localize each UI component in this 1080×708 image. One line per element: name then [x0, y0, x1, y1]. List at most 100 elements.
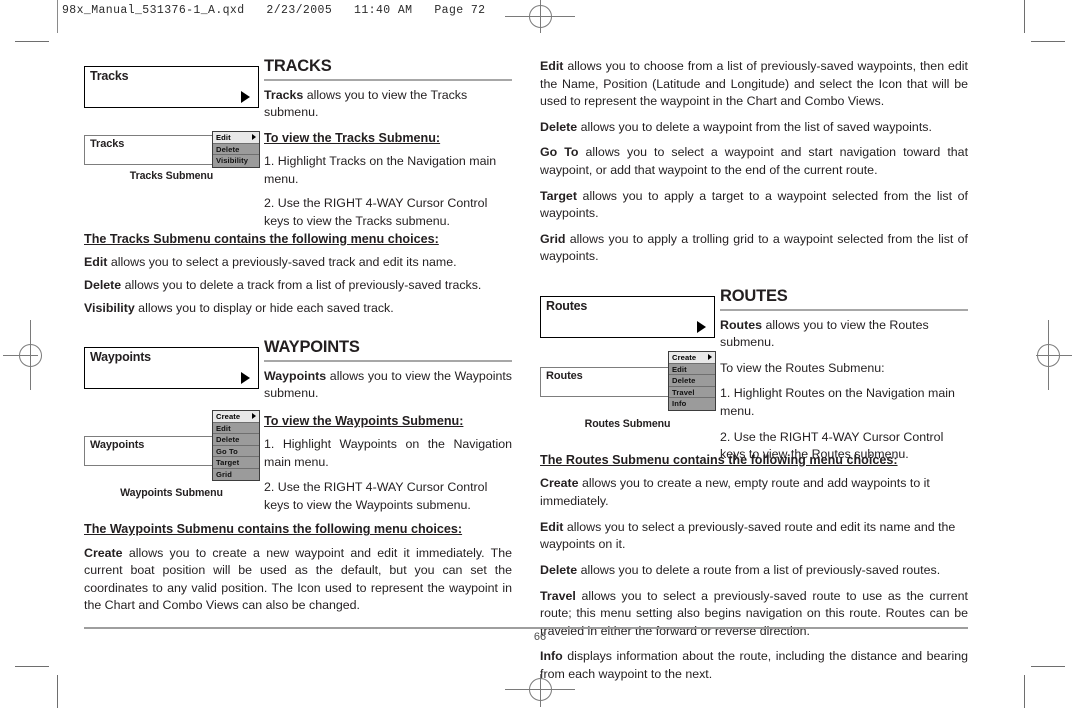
waypoints-choice-delete: Delete allows you to delete a waypoint f… — [540, 119, 968, 137]
crop-mark-bottom-right-vertical — [1024, 675, 1025, 708]
tracks-intro-paragraph: Tracks allows you to view the Tracks sub… — [264, 87, 512, 122]
waypoints-choice-edit: Edit allows you to choose from a list of… — [540, 58, 968, 111]
waypoints-submenu-item-label: Grid — [216, 469, 233, 479]
routes-choice-edit: Edit allows you to select a previously-s… — [540, 519, 968, 554]
tracks-submenu-parent-label: Tracks — [90, 138, 125, 150]
tracks-figure-block: Tracks Tracks Edit Delete Visibility Track… — [84, 58, 512, 228]
routes-submenu-item-travel[interactable]: Travel — [669, 387, 715, 399]
routes-step-2: 2. Use the RIGHT 4-WAY Cursor Control ke… — [720, 429, 944, 462]
routes-submenu-item-label: Create — [672, 353, 697, 363]
right-arrow-icon — [252, 134, 256, 141]
routes-submenu-parent-label: Routes — [546, 370, 583, 383]
routes-main-menu-label: Routes — [546, 299, 588, 314]
routes-submenu-item-label: Info — [672, 399, 687, 409]
waypoints-submenu-item-edit[interactable]: Edit — [213, 423, 259, 435]
tracks-submenu-figure: Tracks Edit Delete Visibility Tracks Subme… — [84, 130, 260, 183]
tracks-submenu-item-edit[interactable]: Edit — [213, 132, 259, 144]
routes-main-menu-box: Routes — [540, 296, 715, 339]
waypoints-submenu-item-grid[interactable]: Grid — [213, 469, 259, 481]
waypoints-section-heading: WAYPOINTS — [264, 338, 360, 357]
tracks-choice-edit-desc: allows you to select a previously-saved … — [107, 255, 457, 270]
tracks-step-2: 2. Use the RIGHT 4-WAY Cursor Control ke… — [264, 196, 488, 228]
waypoints-submenu-item-go-to[interactable]: Go To — [213, 446, 259, 458]
page-number: 66 — [533, 631, 547, 643]
waypoints-choice-grid: Grid allows you to apply a trolling grid… — [540, 231, 968, 266]
tracks-choice-edit-term: Edit — [84, 255, 108, 270]
waypoints-choice-grid-desc: allows you to apply a trolling grid to a… — [540, 231, 968, 264]
section-rule — [720, 308, 968, 311]
tracks-submenu-item-label: Delete — [216, 144, 240, 154]
routes-submenu-panel: Create Edit Delete Travel Info — [668, 351, 716, 411]
tracks-main-menu-label: Tracks — [90, 69, 129, 83]
right-arrow-icon — [241, 372, 250, 385]
tracks-submenu-panel: Edit Delete Visibility — [212, 131, 260, 168]
routes-intro-term: Routes — [720, 317, 762, 332]
crop-mark-bottom-left-vertical — [57, 675, 58, 708]
waypoints-submenu-item-delete[interactable]: Delete — [213, 434, 259, 446]
routes-step-1: 1. Highlight Routes on the Navigation ma… — [720, 386, 955, 419]
routes-submenu-item-create[interactable]: Create — [669, 352, 715, 364]
tracks-submenu-item-visibility[interactable]: Visibility — [213, 155, 259, 167]
routes-choice-info: Info displays information about the rout… — [540, 648, 968, 683]
routes-choice-delete-term: Delete — [540, 562, 578, 577]
crop-mark-bottom-left-horizontal — [15, 666, 49, 667]
waypoints-intro-paragraph: Waypoints allows you to view the Waypoin… — [264, 368, 512, 403]
routes-howto-subhead: To view the Routes Submenu: — [720, 360, 885, 375]
tracks-step-1: 1. Highlight Tracks on the Navigation ma… — [264, 154, 497, 186]
routes-choice-delete: Delete allows you to delete a route from… — [540, 562, 968, 580]
routes-submenu-caption: Routes Submenu — [584, 418, 671, 431]
waypoints-submenu-item-label: Target — [216, 458, 240, 468]
right-arrow-icon — [708, 354, 712, 361]
tracks-howto-subhead: To view the Tracks Submenu: — [264, 130, 441, 145]
tracks-submenu-caption: Tracks Submenu — [129, 170, 214, 182]
waypoints-choices-block: The Waypoints Submenu contains the follo… — [84, 521, 512, 615]
waypoints-submenu-item-label: Delete — [216, 435, 240, 445]
waypoints-step-2: 2. Use the RIGHT 4-WAY Cursor Control ke… — [264, 480, 488, 513]
registration-mark-top — [505, 0, 575, 34]
routes-section-heading: ROUTES — [720, 287, 788, 306]
tracks-choice-edit: Edit allows you to select a previously-s… — [84, 254, 512, 272]
waypoints-choice-create-term: Create — [84, 545, 123, 560]
tracks-submenu-item-label: Edit — [216, 133, 231, 142]
waypoints-choice-create-desc: allows you to create a new waypoint and … — [84, 545, 512, 613]
tracks-choice-delete-term: Delete — [84, 277, 122, 292]
waypoints-choice-edit-term: Edit — [540, 59, 564, 73]
right-arrow-icon — [697, 321, 706, 334]
waypoints-choice-delete-desc: allows you to delete a waypoint from the… — [577, 119, 932, 134]
right-arrow-icon — [241, 91, 250, 103]
waypoints-submenu-item-create[interactable]: Create — [213, 411, 259, 423]
right-column: Edit allows you to choose from a list of… — [540, 58, 968, 692]
waypoints-choice-create: Create allows you to create a new waypoi… — [84, 545, 512, 615]
registration-mark-left — [0, 320, 42, 390]
routes-choice-edit-term: Edit — [540, 519, 564, 534]
tracks-submenu-item-delete[interactable]: Delete — [213, 144, 259, 155]
routes-submenu-item-edit[interactable]: Edit — [669, 364, 715, 376]
waypoints-figure-block: Waypoints Waypoints Create Edit Delete Go T… — [84, 339, 512, 519]
tracks-choice-visibility-desc: allows you to display or hide each saved… — [134, 300, 394, 315]
routes-heading-area: ROUTES Routes allows you to view the Rou… — [720, 288, 968, 472]
routes-submenu-item-delete[interactable]: Delete — [669, 375, 715, 387]
footer-divider — [84, 627, 968, 629]
waypoints-main-menu-label: Waypoints — [90, 350, 151, 365]
waypoints-intro-term: Waypoints — [264, 368, 327, 383]
waypoints-submenu-item-label: Go To — [216, 446, 238, 456]
routes-choice-delete-desc: allows you to delete a route from a list… — [577, 562, 941, 577]
routes-choice-edit-desc: allows you to select a previously-saved … — [540, 519, 956, 552]
waypoints-submenu-item-target[interactable]: Target — [213, 457, 259, 469]
waypoints-choices-heading: The Waypoints Submenu contains the follo… — [84, 522, 463, 537]
routes-choice-create: Create allows you to create a new, empty… — [540, 475, 968, 510]
routes-choice-create-desc: allows you to create a new, empty route … — [540, 476, 930, 509]
slug-divider — [57, 0, 58, 33]
waypoints-choice-delete-term: Delete — [540, 119, 578, 134]
tracks-choice-delete: Delete allows you to delete a track from… — [84, 277, 512, 295]
waypoints-choice-target-term: Target — [540, 188, 577, 203]
routes-submenu-item-info[interactable]: Info — [669, 398, 715, 410]
crop-mark-top-left-horizontal — [15, 41, 49, 42]
waypoints-submenu-figure: Waypoints Create Edit Delete Go To Target Gri… — [84, 409, 260, 499]
waypoints-choice-goto: Go To allows you to select a waypoint an… — [540, 144, 968, 179]
waypoints-step-1: 1. Highlight Waypoints on the Navigation… — [264, 437, 512, 469]
waypoints-choice-grid-term: Grid — [540, 231, 566, 246]
routes-intro-paragraph: Routes allows you to view the Routes sub… — [720, 317, 968, 352]
waypoints-choice-goto-term: Go To — [540, 145, 579, 160]
routes-choice-travel-term: Travel — [540, 588, 576, 603]
